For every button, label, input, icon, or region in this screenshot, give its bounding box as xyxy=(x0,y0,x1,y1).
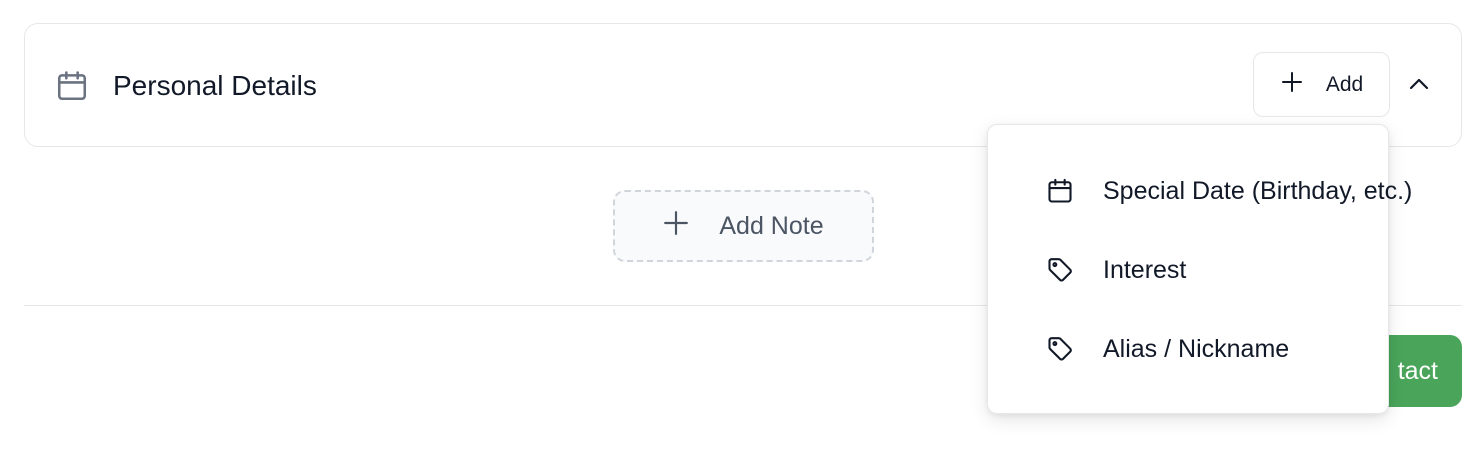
add-button-label: Add xyxy=(1325,72,1364,96)
tag-icon xyxy=(1046,256,1074,284)
plus-icon xyxy=(1280,70,1304,100)
add-note-button[interactable]: Add Note xyxy=(613,190,874,262)
plus-icon xyxy=(663,210,689,243)
menu-item-label: Interest xyxy=(1103,255,1187,284)
add-note-label: Add Note xyxy=(719,211,824,240)
menu-item-label: Alias / Nickname xyxy=(1103,334,1290,363)
menu-item-label: Special Date (Birthday, etc.) xyxy=(1103,176,1413,205)
tag-icon xyxy=(1046,335,1074,363)
page: Personal Details Add Add Note tact Speci… xyxy=(0,0,1476,470)
save-contact-label: tact xyxy=(1397,356,1438,385)
menu-item-interest[interactable]: Interest xyxy=(988,240,1390,300)
chevron-up-icon[interactable] xyxy=(1405,72,1433,96)
add-dropdown-menu: Special Date (Birthday, etc.) Interest A… xyxy=(987,124,1412,414)
menu-item-alias[interactable]: Alias / Nickname xyxy=(988,319,1390,379)
section-title: Personal Details xyxy=(113,70,317,101)
calendar-icon xyxy=(55,69,89,103)
calendar-icon xyxy=(1046,177,1074,205)
add-button[interactable]: Add xyxy=(1253,52,1390,117)
menu-item-special-date[interactable]: Special Date (Birthday, etc.) xyxy=(988,161,1412,221)
